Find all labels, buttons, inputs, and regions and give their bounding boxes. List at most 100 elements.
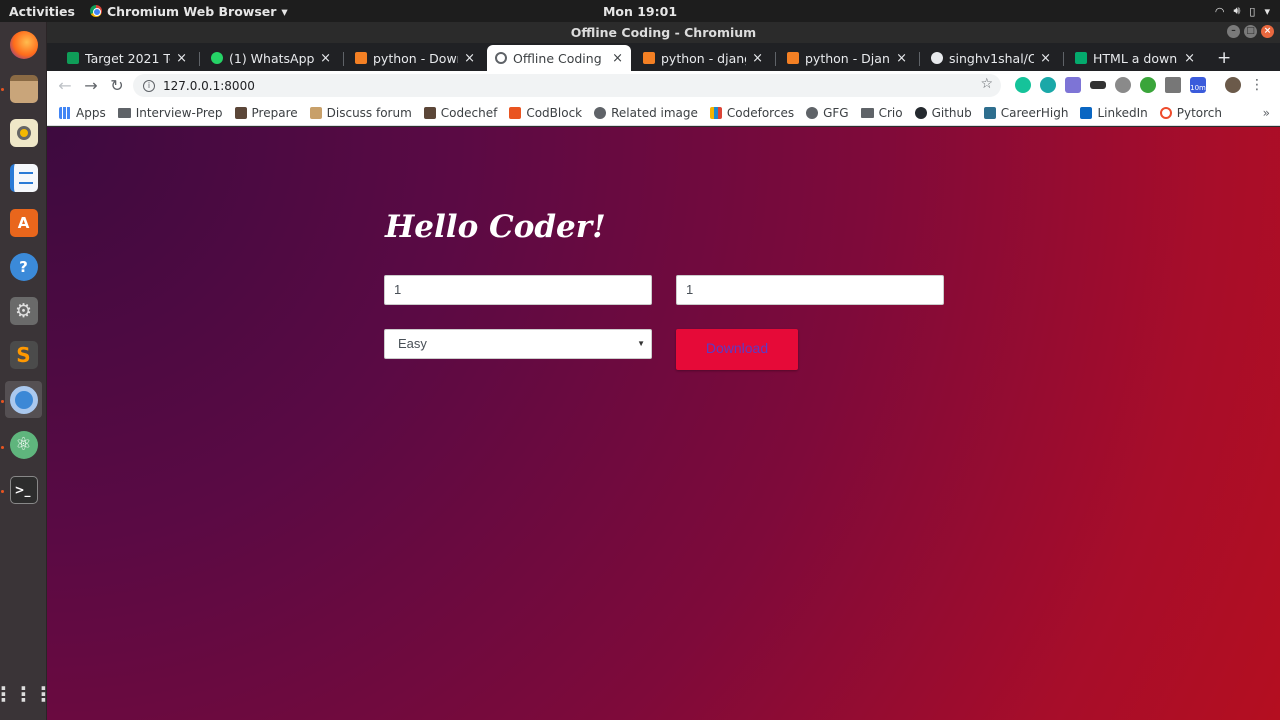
bookmark-label: Discuss forum bbox=[326, 105, 412, 120]
tab-html-a-download[interactable]: HTML a download × bbox=[1067, 45, 1203, 71]
maximize-button[interactable]: □ bbox=[1244, 25, 1257, 38]
download-button[interactable]: Download bbox=[676, 329, 798, 370]
volume-icon: 🔊︎ bbox=[1233, 4, 1241, 17]
bookmark-codeforces[interactable]: Codeforces bbox=[709, 105, 795, 120]
bookmark-discuss-forum[interactable]: Discuss forum bbox=[309, 105, 412, 120]
number-input-1[interactable]: 1 bbox=[384, 275, 652, 305]
tab-python-django-c[interactable]: python - django.c × bbox=[635, 45, 771, 71]
whatsapp-icon bbox=[211, 52, 223, 64]
android-download-icon[interactable] bbox=[1140, 77, 1156, 93]
dropdown-arrow-icon: ▼ bbox=[637, 339, 645, 348]
difficulty-select[interactable]: Easy ▼ bbox=[384, 329, 652, 359]
info-icon[interactable]: i bbox=[143, 79, 155, 92]
bookmark-interview-prep[interactable]: Interview-Prep bbox=[117, 106, 223, 120]
bookmark-codechef[interactable]: Codechef bbox=[423, 106, 497, 120]
tab-close-icon[interactable]: × bbox=[320, 51, 331, 66]
close-window-button[interactable]: × bbox=[1261, 25, 1274, 38]
system-tray[interactable]: ◠ 🔊︎ ▯ ▾ bbox=[1215, 4, 1280, 18]
bookmark-star-icon[interactable]: ☆ bbox=[980, 76, 993, 92]
reload-icon[interactable]: ↻ bbox=[104, 76, 130, 95]
stackoverflow-icon bbox=[643, 52, 655, 64]
bookmark-label: Crio bbox=[878, 105, 903, 120]
clock[interactable]: Mon 19:01 bbox=[603, 4, 677, 19]
minimize-button[interactable]: – bbox=[1227, 25, 1240, 38]
bookmark-related-image[interactable]: Related image bbox=[594, 106, 698, 120]
profile-avatar[interactable] bbox=[1225, 77, 1241, 93]
app-menu[interactable]: Chromium Web Browser ▾ bbox=[89, 4, 288, 19]
bookmark-label: Pytorch bbox=[1176, 105, 1223, 120]
careerhigh-icon bbox=[983, 106, 996, 119]
firefox-icon bbox=[9, 30, 38, 59]
dock-atom[interactable]: ⚛ bbox=[5, 426, 42, 463]
dock-files[interactable] bbox=[5, 70, 42, 107]
url-text: 127.0.0.1:8000 bbox=[163, 78, 255, 93]
bookmark-linkedin[interactable]: LinkedIn bbox=[1080, 105, 1148, 120]
meet-extension-icon[interactable] bbox=[1040, 77, 1056, 93]
bookmark-crio[interactable]: Crio bbox=[860, 105, 903, 120]
dock-writer[interactable] bbox=[5, 159, 42, 196]
globe-icon bbox=[806, 106, 819, 119]
bookmark-label: Codeforces bbox=[726, 105, 795, 120]
chromium-icon bbox=[89, 5, 102, 17]
codechef-icon bbox=[234, 106, 247, 119]
codeforces-icon bbox=[709, 106, 722, 119]
bug-extension-icon[interactable] bbox=[1115, 77, 1131, 93]
tab-label: singhv1shal/Offli bbox=[949, 50, 1035, 66]
bookmark-gfg[interactable]: GFG bbox=[806, 106, 849, 120]
browser-menu-icon[interactable]: ⋮ bbox=[1250, 77, 1264, 93]
number-input-2[interactable]: 1 bbox=[676, 275, 944, 305]
new-tab-button[interactable]: + bbox=[1217, 48, 1231, 68]
atom-editor-icon: ⚛ bbox=[9, 430, 38, 459]
bookmark-pytorch[interactable]: Pytorch bbox=[1159, 105, 1223, 120]
back-arrow-icon[interactable]: ← bbox=[52, 76, 78, 95]
dock-sublime[interactable]: S bbox=[5, 336, 42, 373]
difficulty-selected-value: Easy bbox=[398, 336, 427, 351]
chart-extension-icon[interactable] bbox=[1165, 77, 1181, 93]
forward-arrow-icon[interactable]: → bbox=[78, 76, 104, 95]
more-bookmarks-icon[interactable]: » bbox=[1263, 106, 1270, 120]
bookmark-codblock[interactable]: CodBlock bbox=[509, 106, 582, 120]
extensions-area: 10m ⋮ bbox=[1015, 77, 1264, 93]
bookmark-label: Related image bbox=[611, 105, 698, 120]
activities-button[interactable]: Activities bbox=[0, 4, 84, 19]
tab-close-icon[interactable]: × bbox=[464, 51, 475, 66]
tab-close-icon[interactable]: × bbox=[612, 51, 623, 66]
sublime-text-icon: S bbox=[9, 340, 38, 369]
bookmark-apps[interactable]: Apps bbox=[59, 106, 106, 120]
page-content: Hello Coder! 1 1 Easy ▼ Download bbox=[47, 127, 1280, 720]
tab-close-icon[interactable]: × bbox=[176, 51, 187, 66]
timer-extension-icon[interactable]: 10m bbox=[1190, 77, 1206, 93]
bookmark-label: GFG bbox=[823, 105, 849, 120]
screenshot-camera-icon[interactable] bbox=[1065, 77, 1081, 93]
tab-close-icon[interactable]: × bbox=[1040, 51, 1051, 66]
tab-close-icon[interactable]: × bbox=[752, 51, 763, 66]
dock-firefox[interactable] bbox=[5, 26, 42, 63]
dock-settings[interactable]: ⚙ bbox=[5, 292, 42, 329]
cable-extension-icon[interactable] bbox=[1090, 81, 1106, 89]
dock-rhythmbox[interactable] bbox=[5, 114, 42, 151]
tab-label: (1) WhatsApp bbox=[229, 50, 315, 66]
tab-offline-coding[interactable]: Offline Coding × bbox=[487, 45, 631, 71]
tab-close-icon[interactable]: × bbox=[896, 51, 907, 66]
tab-label: python - Download bbox=[373, 50, 458, 66]
bookmark-github[interactable]: Github bbox=[914, 106, 972, 120]
bookmark-label: LinkedIn bbox=[1097, 105, 1148, 120]
show-applications-button[interactable]: ⋮⋮⋮ bbox=[0, 675, 54, 712]
tab-python-django-d[interactable]: python - Django d × bbox=[779, 45, 915, 71]
bookmark-careerhigh[interactable]: CareerHigh bbox=[983, 106, 1068, 120]
dock-chromium[interactable] bbox=[5, 381, 42, 418]
tab-github-repo[interactable]: singhv1shal/Offli × bbox=[923, 45, 1059, 71]
dock-help[interactable]: ? bbox=[5, 248, 42, 285]
address-bar[interactable]: i 127.0.0.1:8000 ☆ bbox=[133, 74, 1001, 97]
tab-target-2021-team[interactable]: Target 2021 Team × bbox=[59, 45, 195, 71]
grammarly-icon[interactable] bbox=[1015, 77, 1031, 93]
codechef-icon bbox=[423, 106, 436, 119]
tab-python-download[interactable]: python - Download × bbox=[347, 45, 483, 71]
tab-whatsapp[interactable]: (1) WhatsApp × bbox=[203, 45, 339, 71]
dock-terminal[interactable]: >_ bbox=[5, 471, 42, 508]
tab-close-icon[interactable]: × bbox=[1184, 51, 1195, 66]
bookmark-prepare[interactable]: Prepare bbox=[234, 106, 298, 120]
dock-software[interactable]: A bbox=[5, 204, 42, 241]
github-icon bbox=[931, 52, 943, 64]
window-title: Offline Coding - Chromium bbox=[570, 25, 757, 40]
